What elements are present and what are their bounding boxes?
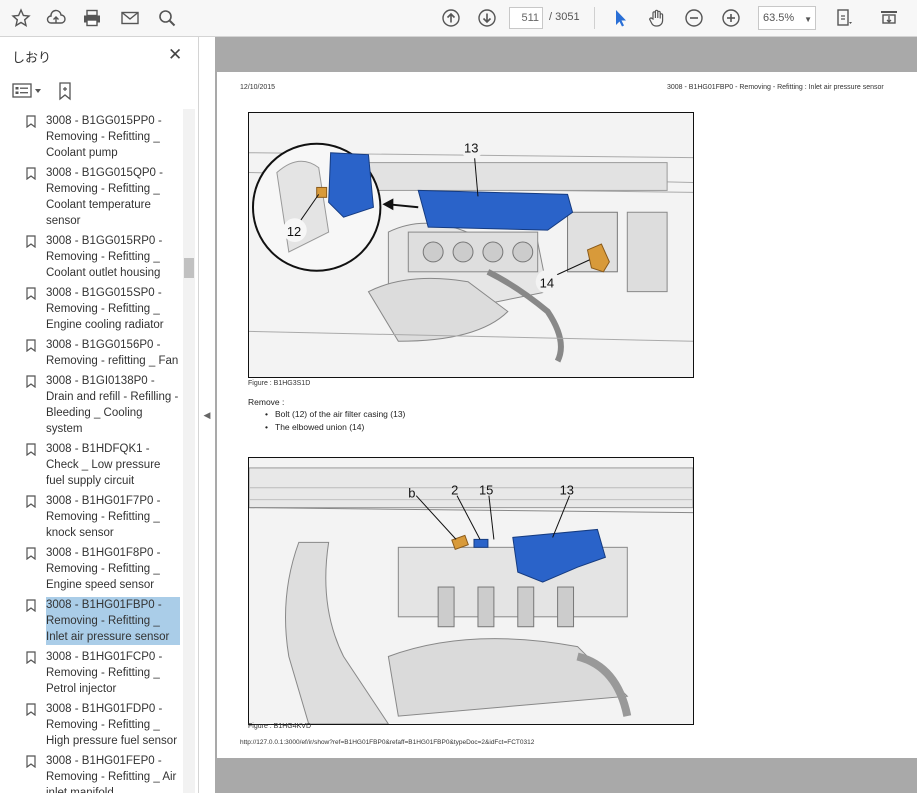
remove-heading: Remove : <box>248 397 285 407</box>
bookmark-item[interactable]: 3008 - B1GI0138P0 - Drain and refill - R… <box>20 369 182 437</box>
bookmark-list: 3008 - B1GG015PP0 - Removing - Refitting… <box>20 109 182 793</box>
bookmark-icon <box>26 115 36 128</box>
page-number-input[interactable]: 511 <box>509 7 543 29</box>
close-icon[interactable]: ✕ <box>168 45 182 65</box>
page-up-icon[interactable] <box>438 5 464 31</box>
bookmark-label: 3008 - B1HG01F8P0 - Removing - Refitting… <box>46 547 161 591</box>
mail-icon[interactable] <box>117 5 143 31</box>
bookmark-icon <box>26 167 36 180</box>
bookmark-label: 3008 - B1GG0156P0 - Removing - refitting… <box>46 339 179 367</box>
bookmark-icon <box>26 495 36 508</box>
bookmark-label: 3008 - B1GI0138P0 - Drain and refill - R… <box>46 375 179 435</box>
bookmark-label: 3008 - B1HG01FCP0 - Removing - Refitting… <box>46 651 163 695</box>
bookmark-item[interactable]: 3008 - B1HG01F8P0 - Removing - Refitting… <box>20 541 182 593</box>
bookmark-label: 3008 - B1HG01FEP0 - Removing - Refitting… <box>46 755 177 793</box>
step-item: Bolt (12) of the air filter casing (13) <box>265 409 405 419</box>
fit-page-icon[interactable] <box>832 5 858 31</box>
zoom-out-icon[interactable] <box>681 5 707 31</box>
callout-b: b <box>408 486 415 501</box>
chevron-down-icon: ▼ <box>804 15 812 24</box>
bookmark-label: 3008 - B1GG015PP0 - Removing - Refitting… <box>46 115 162 159</box>
bookmark-item[interactable]: 3008 - B1GG0156P0 - Removing - refitting… <box>20 333 182 369</box>
zoom-select[interactable]: 63.5% ▼ <box>758 6 816 30</box>
bookmark-scrollbar[interactable] <box>183 109 195 793</box>
bookmark-label: 3008 - B1HDFQK1 - Check _ Low pressure f… <box>46 443 161 487</box>
bookmark-item[interactable]: 3008 - B1HG01FBP0 - Removing - Refitting… <box>20 593 182 645</box>
bookmark-label: 3008 - B1GG015RP0 - Removing - Refitting… <box>46 235 163 279</box>
bookmark-icon <box>26 703 36 716</box>
bookmark-item[interactable]: 3008 - B1HG01F7P0 - Removing - Refitting… <box>20 489 182 541</box>
bookmark-item[interactable]: 3008 - B1HDFQK1 - Check _ Low pressure f… <box>20 437 182 489</box>
search-icon[interactable] <box>154 5 180 31</box>
page-header-date: 12/10/2015 <box>240 84 276 91</box>
bookmark-item[interactable]: 3008 - B1GG015RP0 - Removing - Refitting… <box>20 229 182 281</box>
bookmark-item[interactable]: 3008 - B1GG015QP0 - Removing - Refitting… <box>20 161 182 229</box>
zoom-in-icon[interactable] <box>718 5 744 31</box>
figure-1: 13 12 14 <box>248 112 694 378</box>
collapse-panel-icon[interactable]: ◀ <box>200 405 214 425</box>
bookmark-icon <box>26 339 36 352</box>
bookmark-toolbar <box>12 79 192 103</box>
options-menu-icon[interactable] <box>12 81 44 101</box>
document-viewport[interactable]: 12/10/2015 3008 - B1HG01FBP0 - Removing … <box>215 37 917 793</box>
main-toolbar: 511 / 3051 63.5% ▼ <box>0 0 917 37</box>
bookmark-item[interactable]: 3008 - B1HG01FDP0 - Removing - Refitting… <box>20 697 182 749</box>
callout-13: 13 <box>464 141 478 156</box>
callout-14: 14 <box>540 276 554 291</box>
figure-1-caption: Figure : B1HG3S1D <box>248 380 311 387</box>
bookmark-item[interactable]: 3008 - B1GG015PP0 - Removing - Refitting… <box>20 109 182 161</box>
bookmark-icon <box>26 375 36 388</box>
panel-title: しおり <box>12 50 52 65</box>
bookmarks-panel: しおり ✕ 3008 - B1GG015PP0 - Removing - Ref… <box>0 37 199 793</box>
page-total: / 3051 <box>549 11 580 23</box>
more-tools-icon[interactable] <box>876 5 902 31</box>
callout-13: 13 <box>560 483 574 498</box>
print-icon[interactable] <box>79 5 105 31</box>
bookmark-label: 3008 - B1GG015SP0 - Removing - Refitting… <box>46 287 164 331</box>
step-item: The elbowed union (14) <box>265 422 364 432</box>
pdf-page: 12/10/2015 3008 - B1HG01FBP0 - Removing … <box>217 72 917 758</box>
upload-icon[interactable] <box>43 5 69 31</box>
bookmark-icon <box>26 443 36 456</box>
bookmark-icon <box>26 651 36 664</box>
bookmark-item[interactable]: 3008 - B1GG015SP0 - Removing - Refitting… <box>20 281 182 333</box>
star-icon[interactable] <box>8 5 34 31</box>
bookmark-item[interactable]: 3008 - B1HG01FCP0 - Removing - Refitting… <box>20 645 182 697</box>
select-arrow-icon[interactable] <box>607 5 633 31</box>
callout-12: 12 <box>287 224 301 239</box>
bookmark-label: 3008 - B1HG01FBP0 - Removing - Refitting… <box>46 597 180 645</box>
page-header-title: 3008 - B1HG01FBP0 - Removing - Refitting… <box>667 84 884 91</box>
page-down-icon[interactable] <box>474 5 500 31</box>
page-footer-url: http://127.0.0.1:3000/ef/ir/show?ref=B1H… <box>240 739 535 746</box>
scrollbar-thumb[interactable] <box>184 258 194 278</box>
bookmark-label: 3008 - B1HG01F7P0 - Removing - Refitting… <box>46 495 161 539</box>
add-bookmark-icon[interactable] <box>56 81 76 101</box>
toolbar-separator <box>594 7 595 29</box>
zoom-value: 63.5% <box>763 12 795 24</box>
bookmark-icon <box>26 755 36 768</box>
bookmark-icon <box>26 599 36 612</box>
callout-2: 2 <box>451 483 458 498</box>
bookmark-item[interactable]: 3008 - B1HG01FEP0 - Removing - Refitting… <box>20 749 182 793</box>
bookmark-icon <box>26 287 36 300</box>
bookmark-icon <box>26 235 36 248</box>
figure-2: b 2 15 13 <box>248 457 694 725</box>
bookmark-label: 3008 - B1HG01FDP0 - Removing - Refitting… <box>46 703 178 747</box>
bookmark-label: 3008 - B1GG015QP0 - Removing - Refitting… <box>46 167 163 227</box>
hand-icon[interactable] <box>644 5 670 31</box>
callout-15: 15 <box>479 483 493 498</box>
figure-2-caption: Figure : B1HG4KVD <box>248 723 312 730</box>
bookmark-icon <box>26 547 36 560</box>
